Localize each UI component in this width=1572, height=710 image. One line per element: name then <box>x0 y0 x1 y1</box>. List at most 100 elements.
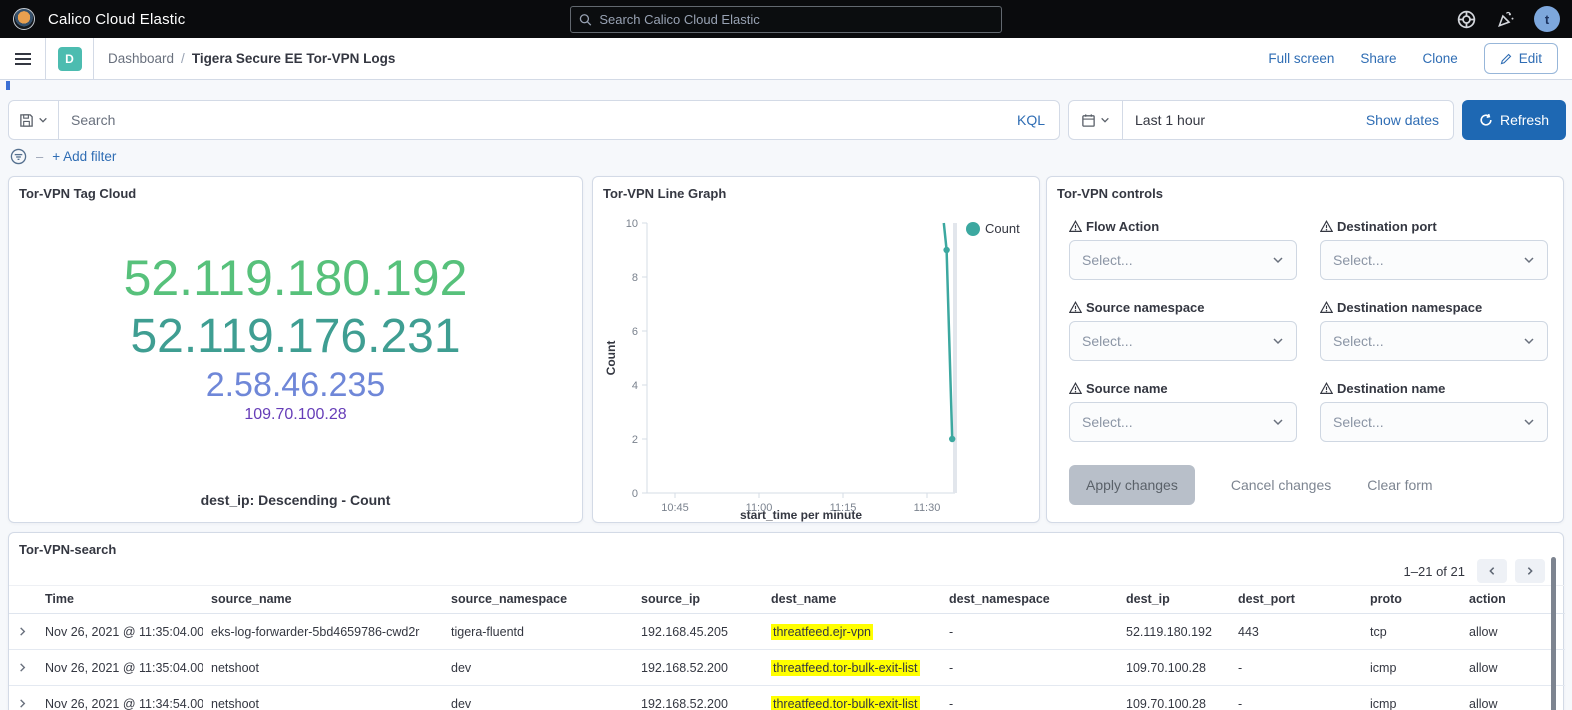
y-tick-label: 8 <box>632 272 638 284</box>
add-filter-button[interactable]: + Add filter <box>52 149 116 164</box>
page-title: Tigera Secure EE Tor-VPN Logs <box>192 51 396 66</box>
menu-toggle-button[interactable] <box>0 38 46 80</box>
dest-name-highlight: threatfeed.tor-bulk-exit-list <box>771 660 920 676</box>
control-field: Flow ActionSelect... <box>1069 219 1297 280</box>
filter-menu-icon[interactable] <box>10 148 27 165</box>
pagination: 1–21 of 21 <box>1404 559 1545 583</box>
chevron-left-icon <box>1487 566 1497 576</box>
tag-cloud-panel: Tor-VPN Tag Cloud 52.119.180.19252.119.1… <box>8 176 583 523</box>
breadcrumb-dashboard[interactable]: Dashboard <box>108 51 174 66</box>
x-axis-title: start_time per minute <box>740 508 862 522</box>
select-placeholder: Select... <box>1082 333 1133 349</box>
control-select[interactable]: Select... <box>1069 321 1297 361</box>
tag-cloud-term[interactable]: 52.119.180.192 <box>9 249 582 308</box>
control-field: Destination nameSelect... <box>1320 381 1548 442</box>
warning-icon <box>1320 220 1333 233</box>
cell-dest_namespace: - <box>941 614 1118 650</box>
control-label: Source name <box>1086 381 1168 396</box>
global-search-box[interactable] <box>570 6 1002 33</box>
global-search-input[interactable] <box>599 12 993 27</box>
data-point <box>943 247 949 253</box>
control-select[interactable]: Select... <box>1069 240 1297 280</box>
cell-time: Nov 26, 2021 @ 11:34:54.000 <box>37 686 203 710</box>
apply-changes-button[interactable]: Apply changes <box>1069 465 1195 505</box>
x-tick-label: 11:30 <box>914 502 941 514</box>
control-field: Source name Select... <box>1069 381 1297 442</box>
prev-page-button[interactable] <box>1477 559 1507 583</box>
cell-dest_name: threatfeed.ejr-vpn <box>763 614 941 650</box>
control-select[interactable]: Select... <box>1320 240 1548 280</box>
edit-button[interactable]: Edit <box>1484 43 1558 74</box>
tag-cloud-term[interactable]: 2.58.46.235 <box>9 365 582 405</box>
dashboard-badge-wrap: D <box>46 38 94 80</box>
cell-source_namespace: dev <box>443 650 633 686</box>
line-chart-svg: 024681010:4511:0011:1511:30CountCountsta… <box>601 207 1031 525</box>
app-title: Calico Cloud Elastic <box>48 11 185 28</box>
saved-query-menu-button[interactable] <box>9 101 59 139</box>
cancel-changes-button[interactable]: Cancel changes <box>1231 477 1331 493</box>
y-axis-title: Count <box>604 341 618 376</box>
clone-button[interactable]: Clone <box>1422 51 1457 66</box>
breadcrumb: Dashboard / Tigera Secure EE Tor-VPN Log… <box>108 51 395 66</box>
row-expand-button[interactable] <box>9 614 37 650</box>
chevron-right-icon <box>17 662 28 673</box>
tag-cloud-term[interactable]: 52.119.176.231 <box>9 308 582 365</box>
row-expand-button[interactable] <box>9 650 37 686</box>
legend-label[interactable]: Count <box>985 221 1020 236</box>
query-search-input[interactable] <box>59 112 1003 128</box>
table-header-row: Timesource_namesource_namespacesource_ip… <box>9 586 1565 614</box>
y-tick-label: 2 <box>632 434 638 446</box>
control-select[interactable]: Select... <box>1320 402 1548 442</box>
time-range-value[interactable]: Last 1 hour <box>1123 112 1366 128</box>
control-select[interactable]: Select... <box>1069 402 1297 442</box>
dest-name-highlight: threatfeed.ejr-vpn <box>771 624 873 640</box>
pencil-icon <box>1500 53 1512 65</box>
cell-dest_ip: 52.119.180.192 <box>1118 614 1230 650</box>
query-bar: KQL Last 1 hour Show dates Refresh <box>8 100 1564 140</box>
cell-dest_port: 443 <box>1230 614 1362 650</box>
refresh-button[interactable]: Refresh <box>1462 100 1566 140</box>
share-button[interactable]: Share <box>1360 51 1396 66</box>
user-avatar[interactable]: t <box>1534 6 1560 32</box>
y-tick-label: 6 <box>632 326 638 338</box>
next-page-button[interactable] <box>1515 559 1545 583</box>
expander-header <box>9 586 37 614</box>
chevron-down-icon <box>1523 335 1535 347</box>
select-placeholder: Select... <box>1333 333 1384 349</box>
kql-language-button[interactable]: KQL <box>1003 112 1059 128</box>
legend-swatch <box>966 222 980 236</box>
table-scrollbar[interactable] <box>1551 557 1556 710</box>
full-screen-button[interactable]: Full screen <box>1268 51 1334 66</box>
cell-action: allow <box>1461 650 1565 686</box>
tag-cloud-term[interactable]: 109.70.100.28 <box>9 405 582 424</box>
show-dates-button[interactable]: Show dates <box>1366 112 1453 128</box>
column-header-proto: proto <box>1362 586 1461 614</box>
row-expand-button[interactable] <box>9 686 37 710</box>
cell-dest_namespace: - <box>941 650 1118 686</box>
panel-title: Tor-VPN Tag Cloud <box>9 177 582 201</box>
control-select[interactable]: Select... <box>1320 321 1548 361</box>
party-popper-icon[interactable] <box>1495 9 1516 30</box>
clear-form-button[interactable]: Clear form <box>1367 477 1432 493</box>
cell-dest_namespace: - <box>941 686 1118 710</box>
column-header-dest_ip: dest_ip <box>1118 586 1230 614</box>
save-icon <box>19 113 34 128</box>
controls-buttons: Apply changes Cancel changes Clear form <box>1069 465 1433 505</box>
search-icon <box>579 13 592 27</box>
column-header-action: action <box>1461 586 1565 614</box>
column-header-dest_port: dest_port <box>1230 586 1362 614</box>
dashboard-badge[interactable]: D <box>58 47 82 71</box>
cell-source_ip: 192.168.52.200 <box>633 686 763 710</box>
cell-source_namespace: dev <box>443 686 633 710</box>
cell-proto: tcp <box>1362 614 1461 650</box>
cell-proto: icmp <box>1362 650 1461 686</box>
select-placeholder: Select... <box>1333 414 1384 430</box>
filter-bar: – + Add filter <box>10 148 116 165</box>
cell-action: allow <box>1461 686 1565 710</box>
cell-source_name: eks-log-forwarder-5bd4659786-cwd2r <box>203 614 443 650</box>
help-icon[interactable] <box>1456 9 1477 30</box>
calico-logo-icon[interactable] <box>13 8 35 30</box>
column-header-source_namespace: source_namespace <box>443 586 633 614</box>
date-quick-menu-button[interactable] <box>1069 101 1123 139</box>
warning-icon <box>1320 382 1333 395</box>
